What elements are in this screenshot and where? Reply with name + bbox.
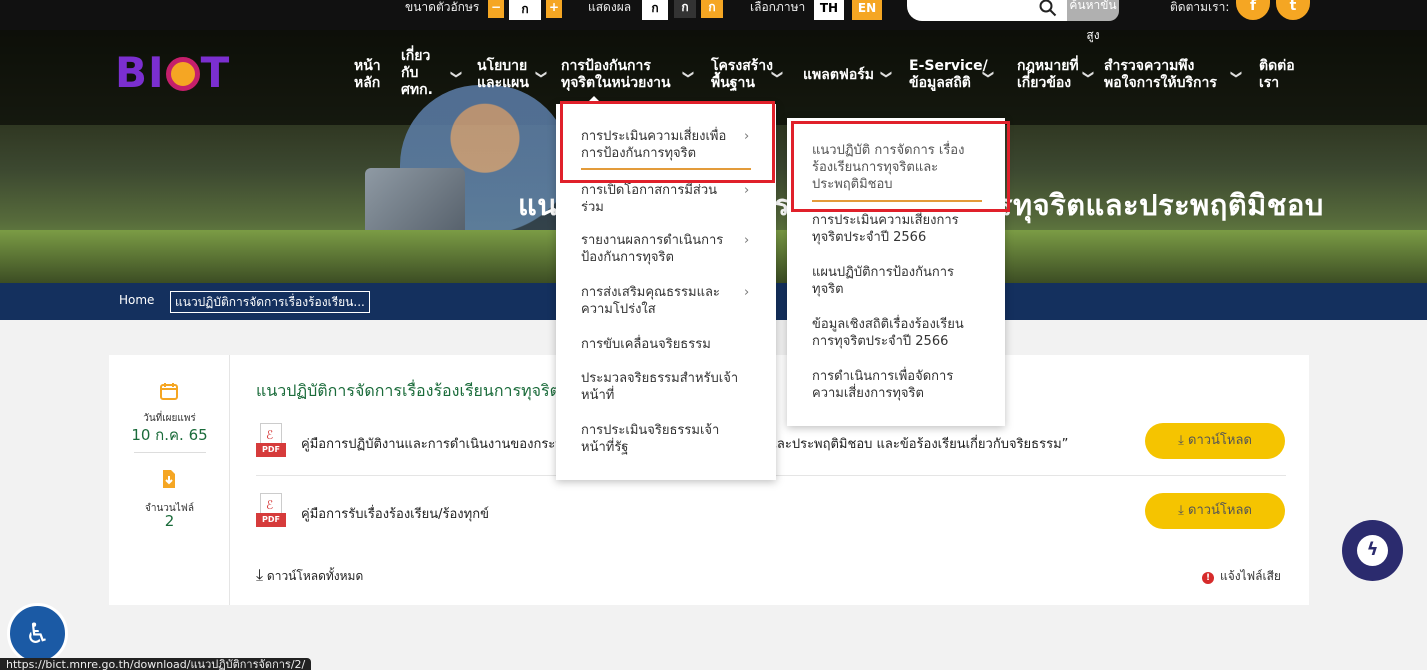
nav-item[interactable]: สำรวจความพึง พอใจการให้บริการ: [1104, 58, 1217, 92]
publish-date: 10 ก.ค. 65: [131, 426, 208, 444]
font-size-label: ขนาดตัวอักษร: [405, 0, 480, 14]
site-logo[interactable]: BI T: [115, 48, 230, 97]
dropdown-item[interactable]: การดำเนินการเพื่อจัดการ ความเสี่ยงการทุจ…: [812, 368, 992, 402]
card-sidebar: วันที่เผยแพร่ 10 ก.ค. 65 จำนวนไฟล์ 2: [109, 355, 230, 605]
messenger-icon: ϟ: [1357, 535, 1388, 566]
logo-emblem-icon: [165, 57, 200, 91]
breadcrumb-home-link[interactable]: Home: [119, 293, 154, 307]
nav-item[interactable]: E-Service/ ข้อมูลสถิติ: [909, 58, 988, 92]
dropdown-item[interactable]: การขับเคลื่อนจริยธรรม: [581, 336, 761, 353]
search-icon[interactable]: [1039, 0, 1057, 17]
download-button[interactable]: ⤓ ดาวน์โหลด: [1145, 493, 1285, 529]
highlight-box: [560, 101, 775, 183]
language-label: เลือกภาษา: [750, 0, 806, 14]
chevron-down-icon: ❯: [982, 69, 996, 80]
lang-th-button[interactable]: TH: [814, 0, 844, 20]
nav-item[interactable]: ติดต่อ เรา: [1259, 58, 1295, 92]
accessibility-button[interactable]: ♿: [7, 603, 68, 664]
file-name[interactable]: คู่มือการรับเรื่องร้องเรียน/ร้องทุกข์: [301, 503, 489, 524]
advanced-search-button[interactable]: ค้นหาขั้นสูง: [1067, 0, 1119, 42]
display-normal-button[interactable]: ก: [642, 0, 668, 20]
page: แนวปฏิบัติการจัดการเรื่องร้องเรียนการทุจ…: [0, 0, 1427, 670]
highlight-box: [791, 121, 1010, 212]
chevron-down-icon: ❯: [450, 69, 464, 80]
chevron-right-icon: ›: [744, 233, 750, 248]
nav-item[interactable]: การป้องกันการ ทุจริตในหน่วยงาน: [561, 58, 671, 92]
nav-item[interactable]: แพลตฟอร์ม: [803, 67, 874, 84]
pdf-icon: ℰ PDF: [256, 423, 286, 459]
chevron-down-icon: ❯: [535, 69, 549, 80]
dropdown-item[interactable]: การประเมินความเสี่ยงการ ทุจริตประจำปี 25…: [812, 212, 992, 246]
display-dark-button[interactable]: ก: [674, 0, 696, 18]
chevron-down-icon: ❯: [1230, 69, 1244, 80]
dropdown-item[interactable]: การประเมินจริยธรรมเจ้า หน้าที่รัฐ: [581, 422, 761, 456]
facebook-icon[interactable]: f: [1236, 0, 1270, 20]
nav-item[interactable]: หน้า หลัก: [354, 58, 381, 92]
nav-item[interactable]: โครงสร้าง พื้นฐาน: [711, 58, 773, 92]
file-download-icon: [163, 470, 175, 488]
dropdown-item[interactable]: รายงานผลการดำเนินการ ป้องกันการทุจริต: [581, 232, 761, 266]
font-normal-button[interactable]: ก: [509, 0, 541, 20]
download-button[interactable]: ⤓ ดาวน์โหลด: [1145, 423, 1285, 459]
messenger-chat-button[interactable]: ϟ: [1342, 520, 1403, 581]
chevron-right-icon: ›: [744, 285, 750, 300]
report-broken-file-link[interactable]: ! แจ้งไฟล์เสีย: [1202, 567, 1281, 586]
breadcrumb-current: แนวปฏิบัติการจัดการเรื่องร้องเรียน...: [170, 291, 370, 313]
alert-icon: !: [1202, 572, 1214, 584]
chevron-down-icon: ❯: [1082, 69, 1096, 80]
display-contrast-button[interactable]: ก: [701, 0, 723, 18]
nav-item[interactable]: เกี่ยว กับ ศทก.: [401, 48, 433, 99]
download-all-link[interactable]: ⤓ ดาวน์โหลดทั้งหมด: [256, 565, 363, 586]
font-increase-button[interactable]: +: [546, 0, 562, 18]
dropdown-item[interactable]: การเปิดโอกาสการมีส่วน ร่วม: [581, 182, 761, 216]
pdf-icon: ℰ PDF: [256, 493, 286, 529]
download-icon: ⤓: [256, 565, 264, 584]
twitter-icon[interactable]: t: [1276, 0, 1310, 20]
accessibility-icon: ♿: [24, 617, 51, 650]
utility-bar: ขนาดตัวอักษร − ก + แสดงผล ก ก ก เลือกภาษ…: [0, 0, 1427, 42]
search-input[interactable]: [907, 0, 1067, 21]
follow-label: ติดตามเรา:: [1170, 0, 1230, 14]
nav-item[interactable]: กฎหมายที่ เกี่ยวข้อง: [1017, 58, 1079, 92]
nav-item[interactable]: นโยบาย และแผน: [477, 58, 529, 92]
file-row: ℰ PDF คู่มือการรับเรื่องร้องเรียน/ร้องทุก…: [256, 485, 1286, 545]
lang-en-button[interactable]: EN: [852, 0, 882, 20]
status-bar-url: https://bict.mnre.go.th/download/แนวปฏิบ…: [0, 658, 312, 670]
dropdown-item[interactable]: การส่งเสริมคุณธรรมและ ความโปร่งใส: [581, 284, 761, 318]
download-icon: ⤓: [1178, 503, 1184, 518]
display-label: แสดงผล: [588, 0, 632, 14]
chevron-down-icon: ❯: [771, 69, 785, 80]
font-decrease-button[interactable]: −: [488, 0, 504, 18]
chevron-down-icon: ❯: [880, 69, 894, 80]
file-count: 2: [164, 512, 175, 530]
dropdown-item[interactable]: ข้อมูลเชิงสถิติเรื่องร้องเรียน การทุจริต…: [812, 316, 992, 350]
dropdown-item[interactable]: แผนปฏิบัติการป้องกันการ ทุจริต: [812, 264, 992, 298]
download-icon: ⤓: [1178, 433, 1184, 448]
dropdown-item[interactable]: ประมวลจริยธรรมสำหรับเจ้า หน้าที่: [581, 370, 761, 404]
chevron-down-icon: ❯: [682, 69, 696, 80]
chevron-right-icon: ›: [744, 183, 750, 198]
calendar-icon: [160, 383, 178, 400]
